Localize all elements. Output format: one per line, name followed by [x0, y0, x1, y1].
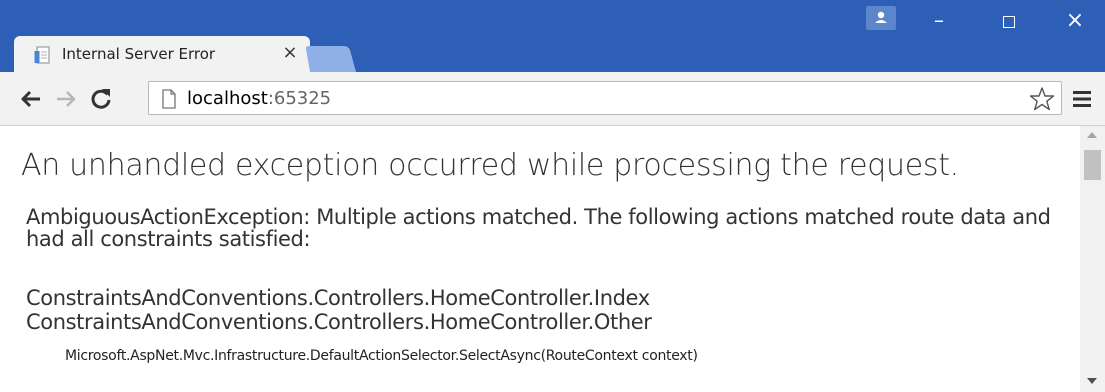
address-bar[interactable]: localhost:65325	[148, 81, 1062, 115]
new-tab-button[interactable]	[304, 46, 356, 72]
url-host: localhost	[187, 88, 268, 109]
url-text: localhost:65325	[187, 88, 331, 109]
vertical-scrollbar[interactable]	[1080, 126, 1105, 392]
profile-button[interactable]	[866, 6, 896, 30]
scroll-up-arrow-icon[interactable]	[1087, 132, 1097, 138]
bookmark-star-icon[interactable]	[1029, 86, 1055, 112]
minimize-button[interactable]: –	[916, 8, 962, 38]
forward-arrow-icon[interactable]	[53, 86, 79, 112]
close-window-button[interactable]: ×	[1052, 8, 1098, 38]
user-icon	[875, 11, 887, 23]
matched-actions-list: ConstraintsAndConventions.Controllers.Ho…	[26, 286, 652, 334]
page-content: An unhandled exception occurred while pr…	[0, 126, 1080, 392]
maximize-icon	[1003, 16, 1015, 28]
title-bar: Internal Server Error × – ×	[0, 0, 1105, 72]
menu-icon[interactable]	[1072, 90, 1092, 108]
tab-close-button[interactable]: ×	[280, 43, 300, 63]
browser-window: Internal Server Error × – × localhost:65…	[0, 0, 1105, 392]
browser-toolbar: localhost:65325	[0, 72, 1105, 126]
error-heading: An unhandled exception occurred while pr…	[21, 148, 959, 183]
scroll-down-arrow-icon[interactable]	[1087, 378, 1097, 384]
back-arrow-icon[interactable]	[18, 86, 44, 112]
reload-icon[interactable]	[88, 86, 114, 112]
matched-action: ConstraintsAndConventions.Controllers.Ho…	[26, 286, 650, 310]
browser-tab[interactable]: Internal Server Error ×	[14, 36, 310, 72]
page-icon	[162, 89, 176, 109]
url-port: :65325	[267, 88, 332, 109]
matched-action: ConstraintsAndConventions.Controllers.Ho…	[26, 310, 652, 334]
exception-message: AmbiguousActionException: Multiple actio…	[26, 205, 1051, 251]
maximize-button[interactable]	[986, 8, 1032, 38]
scroll-thumb[interactable]	[1084, 150, 1101, 180]
stack-frame[interactable]: Microsoft.AspNet.Mvc.Infrastructure.Defa…	[65, 348, 698, 364]
tab-title: Internal Server Error	[62, 45, 216, 63]
page-icon	[34, 46, 50, 64]
